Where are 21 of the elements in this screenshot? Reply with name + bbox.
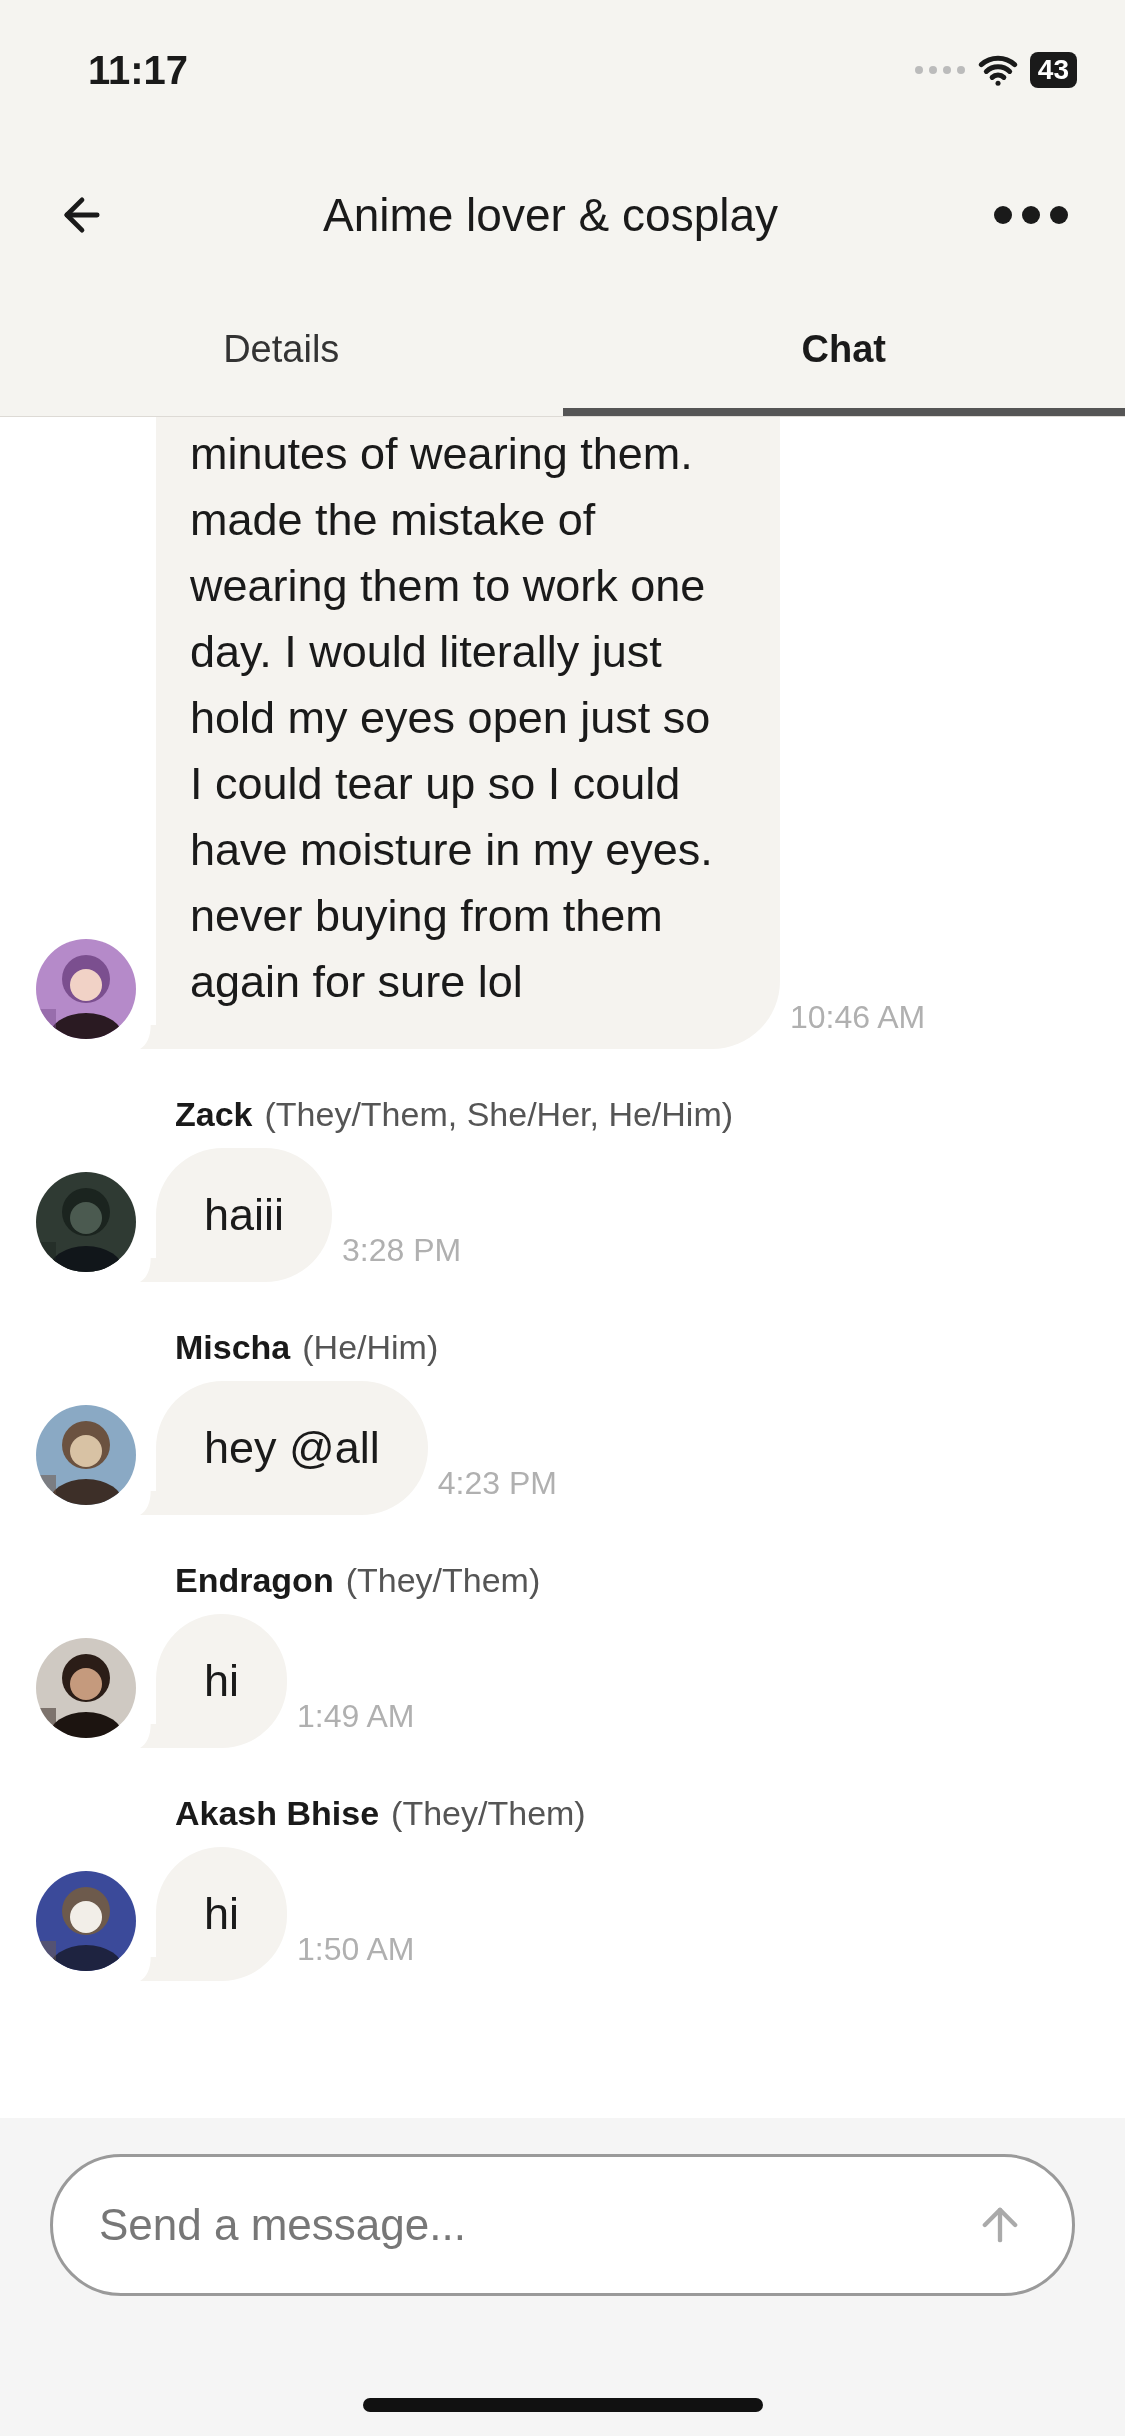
author-pronouns: (He/Him)	[302, 1327, 439, 1368]
message-time: 1:49 AM	[297, 1697, 415, 1736]
more-icon[interactable]	[993, 205, 1069, 225]
message-field[interactable]: Send a message...	[50, 2154, 1075, 2296]
tab[interactable]: Details	[0, 290, 563, 416]
author-name: Akash Bhise	[175, 1793, 380, 1834]
status-time: 11:17	[88, 47, 189, 94]
message-time: 10:46 AM	[790, 998, 926, 1037]
author-name: Endragon	[175, 1560, 334, 1601]
author-name: Mischa	[175, 1327, 291, 1368]
message-time: 4:23 PM	[437, 1464, 557, 1503]
message-input[interactable]: Send a message...	[99, 2192, 974, 2258]
author-pronouns: (They/Them, She/Her, He/Him)	[264, 1094, 734, 1135]
battery-indicator: 43	[1029, 52, 1077, 88]
signal-icon	[913, 65, 966, 75]
author-pronouns: (They/Them)	[345, 1560, 541, 1601]
author-pronouns: (They/Them)	[391, 1793, 586, 1834]
author-name: Zack	[175, 1094, 253, 1135]
message-time: 1:50 AM	[297, 1930, 415, 1969]
message-time: 3:28 PM	[342, 1231, 462, 1270]
chat-title: Anime lover & cosplay	[322, 187, 779, 243]
